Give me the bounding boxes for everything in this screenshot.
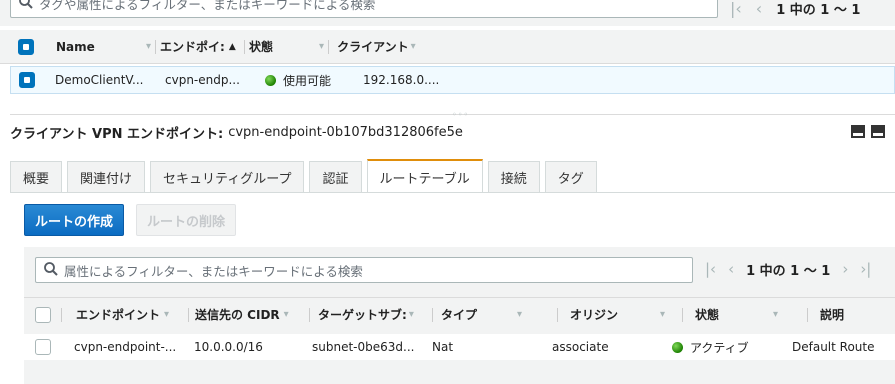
route-origin-cell: associate [552,340,609,354]
prev-page-icon[interactable]: ‹ [728,260,734,278]
route-status-cell: アクティブ [672,339,792,356]
status-active-icon [672,341,683,353]
sort-caret-icon: ▾ [517,309,523,320]
column-divider [188,307,189,322]
endpoint-pager: |‹ ‹ 1 中の 1 ～ 1 [730,0,860,18]
endpoint-table-header: Name ▾ エンドポイ: ▲ 状態 ▾ クライアント ▾ [0,30,895,64]
column-header-target-subnet[interactable]: ターゲットサブ: ▾ [318,306,428,323]
route-description-cell: Default Route [792,340,875,354]
endpoint-search-input[interactable]: タグや属性によるフィルター、またはキーワードによる検索 [10,0,718,18]
endpoint-client-cell: 192.168.0.... [363,73,440,87]
tab-connections[interactable]: 接続 [487,161,540,193]
column-divider [557,307,558,322]
select-all-routes-checkbox[interactable] [35,306,51,323]
column-divider [807,307,808,322]
row-checkbox[interactable] [19,72,35,88]
detail-tabs: 概要 関連付け セキュリティグループ 認証 ルートテーブル 接続 タグ [10,159,597,193]
column-header-endpoint[interactable]: エンドポイント ▾ [76,306,184,323]
routes-table-header: エンドポイント ▾ 送信先の CIDR ▾ ターゲットサブ: ▾ タイプ ▾ オ… [24,297,895,331]
column-header-type[interactable]: タイプ ▾ [441,306,553,323]
tab-route-table[interactable]: ルートテーブル [366,159,483,193]
sort-caret-icon: ▾ [408,309,414,320]
detail-title: クライアント VPN エンドポイント: cvpn-endpoint-0b107b… [10,123,463,142]
endpoint-name-cell: DemoClientV... [55,73,144,87]
endpoint-id-cell: cvpn-endp... [165,73,240,87]
next-page-icon[interactable]: › [842,260,848,278]
route-endpoint-cell: cvpn-endpoint-... [74,340,177,354]
detail-title-label: クライアント VPN エンドポイント: [10,127,224,142]
column-header-endpoint[interactable]: エンドポイ: ▲ [160,38,240,55]
tab-overview[interactable]: 概要 [10,161,63,193]
endpoint-table-row[interactable]: DemoClientV... cvpn-endp... 使用可能 192.168… [10,66,895,94]
create-route-button[interactable]: ルートの作成 [24,204,125,236]
select-all-checkbox[interactable] [18,38,34,55]
routes-panel: 属性によるフィルター、またはキーワードによる検索 |‹ ‹ 1 中の 1 ～ 1… [24,247,895,384]
column-divider [61,307,62,322]
sort-caret-icon[interactable]: ▾ [319,41,324,52]
column-divider [309,307,310,322]
tab-security-groups[interactable]: セキュリティグループ [150,161,305,193]
full-view-icon[interactable] [871,125,885,138]
endpoint-pager-count: 1 中の 1 ～ 1 [776,2,861,18]
column-header-description[interactable]: 説明 [820,306,844,323]
first-page-icon[interactable]: |‹ [705,260,716,278]
routes-pager: |‹ ‹ 1 中の 1 ～ 1 › ›| [705,259,871,279]
sort-caret-icon: ▾ [164,309,170,320]
column-divider [682,307,683,322]
route-row-checkbox[interactable] [35,339,51,355]
first-page-icon[interactable]: |‹ [730,0,742,18]
split-view-icon[interactable] [851,125,865,138]
view-toggle [851,125,885,138]
column-divider [155,39,157,54]
column-divider [328,39,330,54]
delete-route-button[interactable]: ルートの削除 [136,204,237,236]
endpoint-status-cell: 使用可能 [265,72,363,89]
route-table-row[interactable]: cvpn-endpoint-... 10.0.0.0/16 subnet-0be… [24,334,895,360]
sort-caret-icon: ▾ [283,309,289,320]
search-icon [44,261,58,279]
prev-page-icon[interactable]: ‹ [756,0,762,18]
column-header-cidr[interactable]: 送信先の CIDR ▾ [195,306,305,323]
endpoint-search-placeholder: タグや属性によるフィルター、またはキーワードによる検索 [39,0,376,12]
routes-search-placeholder: 属性によるフィルター、またはキーワードによる検索 [64,263,363,279]
sort-caret-icon: ▾ [660,309,666,320]
column-divider [244,39,246,54]
sort-caret-icon: ▾ [773,309,779,320]
top-filter-bar: タグや属性によるフィルター、またはキーワードによる検索 |‹ ‹ 1 中の 1 … [0,0,895,26]
tabs-divider [10,192,895,193]
detail-title-value: cvpn-endpoint-0b107bd312806fe5e [228,125,463,140]
tab-authorization[interactable]: 認証 [309,161,362,193]
column-header-origin[interactable]: オリジン ▾ [570,306,678,323]
route-subnet-cell: subnet-0be63d... [312,340,415,354]
sort-caret-icon: ▾ [410,41,416,52]
route-type-cell: Nat [432,340,454,354]
column-header-client[interactable]: クライアント ▾ [337,38,416,55]
routes-search-input[interactable]: 属性によるフィルター、またはキーワードによる検索 [35,257,693,283]
column-divider [432,307,433,322]
status-available-icon [265,74,276,86]
routes-pager-count: 1 中の 1 ～ 1 [746,263,831,279]
sort-caret-icon[interactable]: ▾ [146,41,151,52]
column-header-status[interactable]: 状態 [249,38,311,55]
column-header-name[interactable]: Name [56,40,138,54]
resize-handle-icon[interactable]: ◦◦◦ [452,110,469,119]
route-cidr-cell: 10.0.0.0/16 [194,340,263,354]
sort-up-icon: ▲ [228,41,236,52]
column-header-status[interactable]: 状態 ▾ [695,306,803,323]
search-icon [19,0,33,12]
tab-tags[interactable]: タグ [544,161,597,193]
tab-associations[interactable]: 関連付け [67,161,146,193]
last-page-icon[interactable]: ›| [860,260,871,278]
